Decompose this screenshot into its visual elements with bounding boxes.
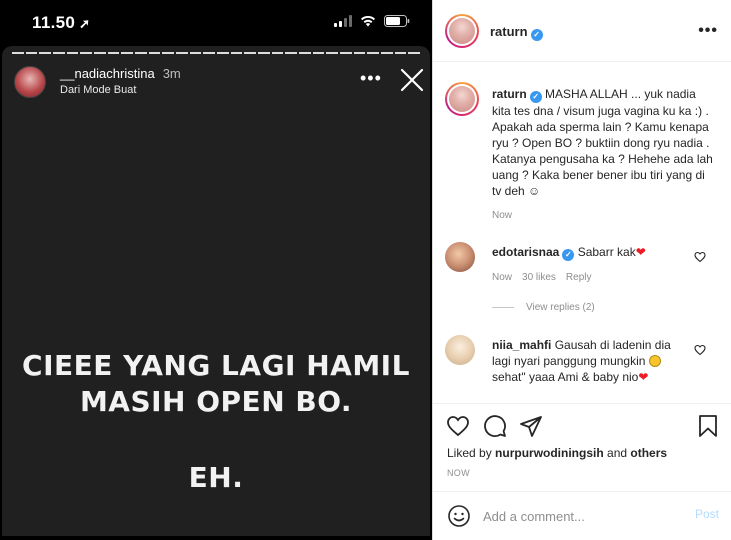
view-replies-label: View replies (2) xyxy=(526,302,595,313)
red-heart-emoji-icon: ❤ xyxy=(638,370,649,384)
post-button[interactable]: Post xyxy=(695,507,719,521)
story-avatar[interactable] xyxy=(14,66,46,98)
post-panel: raturn ✓ ••• raturn ✓ MASHA ALLAH ... yuk … xyxy=(432,0,731,540)
add-comment-bar: Post xyxy=(433,491,731,540)
story-time: 3m xyxy=(162,66,181,81)
story-username[interactable]: __nadiachristina xyxy=(60,66,155,81)
liked-by-user[interactable]: nurpurwodiningsih xyxy=(495,446,604,460)
comment-meta: Now 30 likes Reply xyxy=(492,272,602,283)
more-options-icon[interactable]: ••• xyxy=(698,22,718,40)
emoji-smiley-icon[interactable] xyxy=(447,504,471,528)
caption-text: MASHA ALLAH ... yuk nadia kita tes dna /… xyxy=(492,87,713,198)
liked-by-and: and xyxy=(603,446,631,460)
story-progress-bar xyxy=(12,52,421,54)
comment-likes[interactable]: 30 likes xyxy=(522,272,556,283)
author-name-row: raturn ✓ xyxy=(490,24,543,41)
status-time: 11.50 ➚ xyxy=(32,13,90,33)
location-arrow-icon: ➚ xyxy=(79,16,91,31)
story-text-line-1: CIEEE YANG LAGI HAMIL xyxy=(22,349,410,382)
view-replies-button[interactable]: View replies (2) xyxy=(492,302,595,313)
verified-badge-icon: ✓ xyxy=(530,29,543,41)
wifi-icon xyxy=(360,15,376,27)
save-bookmark-icon[interactable] xyxy=(696,414,720,438)
smile-emoji-icon: ☺ xyxy=(528,184,541,198)
status-bar: 11.50 ➚ xyxy=(0,0,432,46)
comment-text-continued: sehat" yaaa Ami & baby nio xyxy=(492,370,639,384)
verified-badge-icon: ✓ xyxy=(529,91,542,103)
author-avatar[interactable] xyxy=(445,14,479,48)
verified-badge-icon: ✓ xyxy=(562,249,575,261)
comment-like-heart-icon[interactable] xyxy=(694,250,706,263)
post-time: NOW xyxy=(447,468,470,478)
share-paper-plane-icon[interactable] xyxy=(519,414,543,438)
comment-input[interactable] xyxy=(483,505,683,527)
caption-username[interactable]: raturn xyxy=(492,87,527,101)
story-text-line-2: MASIH OPEN BO. xyxy=(79,385,353,418)
story-subtitle: Dari Mode Buat xyxy=(60,84,137,96)
red-heart-emoji-icon: ❤ xyxy=(635,245,646,259)
like-heart-icon[interactable] xyxy=(446,414,470,438)
comment-time: Now xyxy=(492,272,513,283)
story-header: __nadiachristina 3m Dari Mode Buat ••• xyxy=(12,64,424,100)
caption: raturn ✓ MASHA ALLAH ... yuk nadia kita t… xyxy=(492,86,714,199)
reply-button[interactable]: Reply xyxy=(566,272,592,283)
post-header: raturn ✓ ••• xyxy=(433,0,731,62)
comments-section: raturn ✓ MASHA ALLAH ... yuk nadia kita t… xyxy=(433,62,731,402)
divider xyxy=(492,306,514,308)
commenter-avatar[interactable] xyxy=(445,335,475,365)
author-username[interactable]: raturn xyxy=(490,24,528,39)
post-actions: Liked by nurpurwodiningsih and others NO… xyxy=(433,403,731,491)
commenter-avatar[interactable] xyxy=(445,242,475,272)
comment-bubble-icon[interactable] xyxy=(483,414,507,438)
story-text-line-3: EH. xyxy=(188,461,244,494)
liked-by: Liked by nurpurwodiningsih and others xyxy=(447,446,667,460)
grinning-emoji-icon xyxy=(648,355,661,367)
comment-like-heart-icon[interactable] xyxy=(694,343,706,356)
cellular-signal-icon xyxy=(334,15,352,27)
comment-username[interactable]: edotarisnaa xyxy=(492,245,559,259)
story-viewer: 11.50 ➚ __nadiachristina 3m Dari Mode Buat… xyxy=(0,0,432,540)
caption-time: Now xyxy=(492,210,513,221)
story-text: CIEEE YANG LAGI HAMIL MASIH OPEN BO. EH. xyxy=(2,348,430,496)
battery-icon xyxy=(384,15,410,27)
story-username-row: __nadiachristina 3m xyxy=(60,66,181,81)
comment-1: edotarisnaa ✓ Sabarr kak❤ xyxy=(492,244,684,261)
status-icons xyxy=(334,15,410,27)
status-time-text: 11.50 xyxy=(32,13,76,32)
comment-2: niia_mahfi Gausah di ladenin dia lagi ny… xyxy=(492,337,684,385)
comment-text: Sabarr kak xyxy=(574,245,636,259)
liked-by-others[interactable]: others xyxy=(630,446,667,460)
close-icon[interactable] xyxy=(400,68,424,92)
liked-by-prefix: Liked by xyxy=(447,446,496,460)
more-options-icon[interactable]: ••• xyxy=(360,68,382,89)
story-card[interactable]: __nadiachristina 3m Dari Mode Buat ••• CI… xyxy=(2,46,430,536)
comment-username[interactable]: niia_mahfi xyxy=(492,338,551,352)
caption-avatar[interactable] xyxy=(445,82,479,116)
